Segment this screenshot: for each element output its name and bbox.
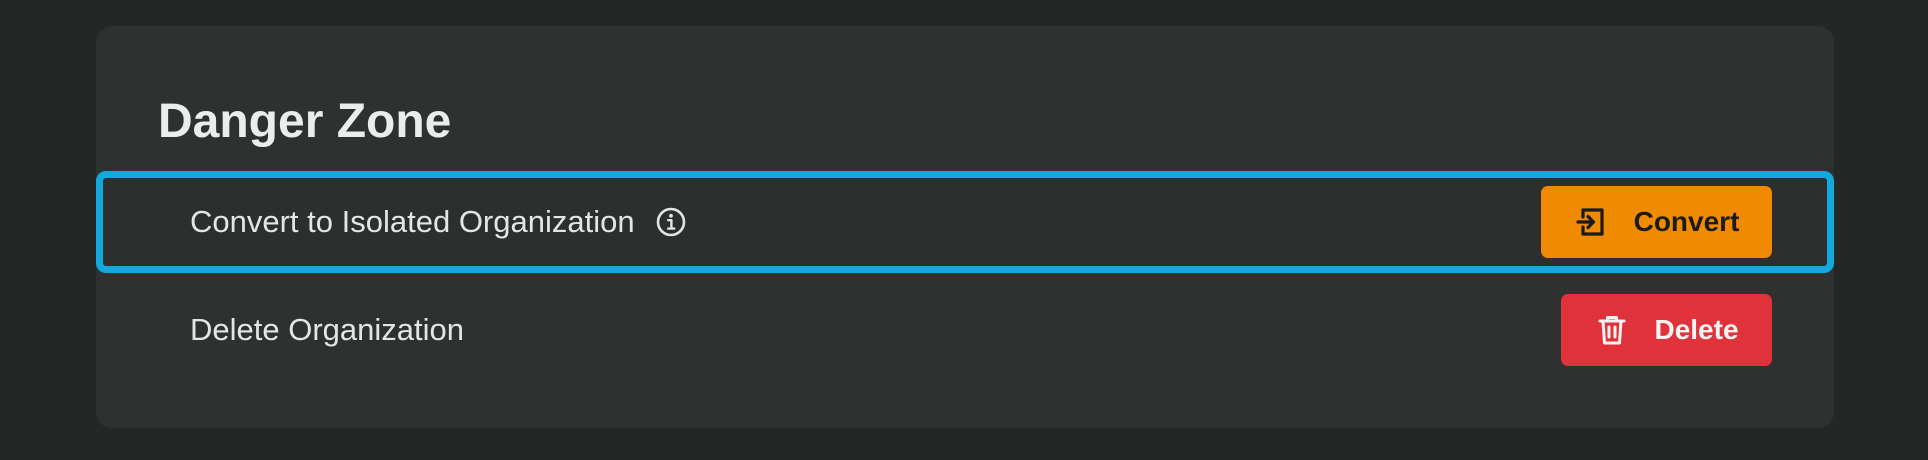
section-title: Danger Zone xyxy=(158,95,452,148)
danger-zone-card: Danger Zone Convert to Isolated Organiza… xyxy=(96,26,1834,428)
delete-row-label-group: Delete Organization xyxy=(190,312,464,348)
info-circle-icon[interactable] xyxy=(655,206,687,238)
page: Danger Zone Convert to Isolated Organiza… xyxy=(0,0,1928,460)
trash-icon xyxy=(1594,312,1630,348)
delete-organization-row: Delete Organization Delete xyxy=(96,279,1834,381)
delete-button[interactable]: Delete xyxy=(1561,294,1772,366)
delete-button-label: Delete xyxy=(1654,314,1739,345)
convert-button[interactable]: Convert xyxy=(1541,186,1772,258)
convert-button-label: Convert xyxy=(1633,206,1740,237)
convert-row-label: Convert to Isolated Organization xyxy=(190,204,635,239)
convert-row-label-group: Convert to Isolated Organization xyxy=(190,204,687,240)
enter-door-icon xyxy=(1574,204,1610,240)
convert-organization-row: Convert to Isolated Organization Convert xyxy=(96,171,1834,273)
delete-row-label: Delete Organization xyxy=(190,312,464,347)
